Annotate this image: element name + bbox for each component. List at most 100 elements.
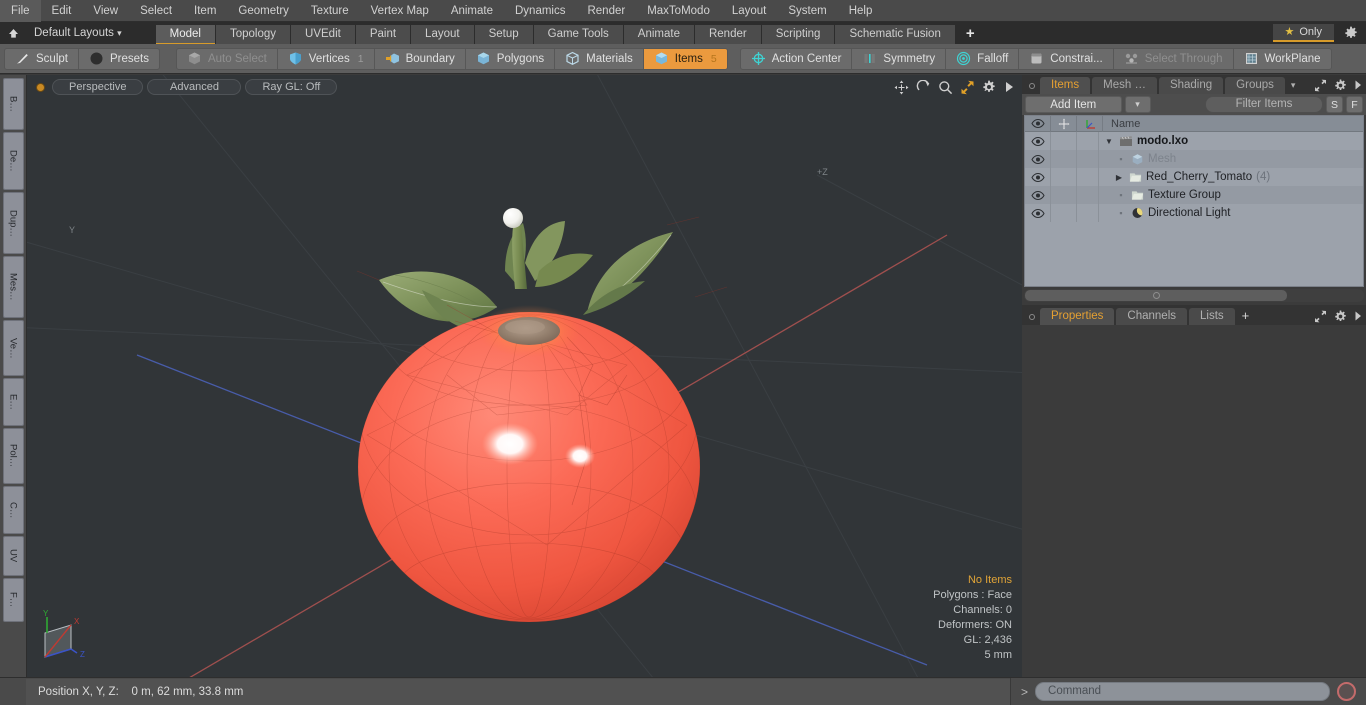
layout-tab-uvedit[interactable]: UVEdit xyxy=(291,25,356,44)
filter-f-button[interactable]: F xyxy=(1346,96,1363,113)
panel-arrow-icon[interactable] xyxy=(1354,310,1362,323)
table-row[interactable]: ▶ Red_Cherry_Tomato (4) xyxy=(1025,168,1363,186)
constraint-button[interactable]: Constrai... xyxy=(1019,48,1114,69)
menu-item-help[interactable]: Help xyxy=(838,0,884,22)
menu-item-dynamics[interactable]: Dynamics xyxy=(504,0,576,22)
home-up-icon[interactable] xyxy=(0,23,26,43)
tab-groups[interactable]: Groups xyxy=(1225,77,1285,94)
eye-icon[interactable] xyxy=(1025,116,1051,132)
table-row[interactable]: ▪ Texture Group xyxy=(1025,186,1363,204)
record-circle-icon[interactable] xyxy=(1337,682,1356,701)
pan-icon[interactable] xyxy=(894,80,909,95)
table-row[interactable]: ▼ modo.lxo xyxy=(1025,132,1363,150)
row-visibility-toggle[interactable] xyxy=(1025,204,1051,222)
row-lock-cell[interactable] xyxy=(1051,150,1077,168)
popout-icon[interactable] xyxy=(1314,310,1327,323)
left-tab-uv[interactable]: UV xyxy=(2,536,24,576)
panel-gear-icon[interactable] xyxy=(1334,79,1347,92)
symmetry-button[interactable]: Symmetry xyxy=(852,48,947,69)
menu-item-animate[interactable]: Animate xyxy=(440,0,504,22)
materials-button[interactable]: Materials xyxy=(555,48,644,69)
move-cross-icon[interactable] xyxy=(1051,116,1077,132)
falloff-button[interactable]: Falloff xyxy=(946,48,1020,69)
auto-select-button[interactable]: Auto Select xyxy=(177,48,278,69)
row-mesh[interactable]: ▪ Mesh xyxy=(1099,153,1176,166)
table-row[interactable]: ▪ Directional Light xyxy=(1025,204,1363,222)
add-layout-tab-button[interactable]: + xyxy=(955,25,985,44)
chevron-right-icon[interactable]: ▶ xyxy=(1113,173,1125,182)
axis-icon[interactable] xyxy=(1077,116,1103,132)
row-visibility-toggle[interactable] xyxy=(1025,132,1051,150)
viewport-state-dot[interactable] xyxy=(37,83,44,91)
sculpt-button[interactable]: Sculpt xyxy=(5,48,79,69)
fit-expand-icon[interactable] xyxy=(960,80,975,95)
3d-viewport[interactable]: +Z Y Perspective Advanced Ray GL: Off No… xyxy=(27,75,1022,677)
panel-gear-icon[interactable] xyxy=(1334,310,1347,323)
filter-s-button[interactable]: S xyxy=(1326,96,1343,113)
presets-button[interactable]: Presets xyxy=(79,49,159,69)
tab-properties[interactable]: Properties xyxy=(1040,308,1115,325)
row-lock-cell[interactable] xyxy=(1051,132,1077,150)
menu-item-vertex-map[interactable]: Vertex Map xyxy=(360,0,440,22)
menu-item-geometry[interactable]: Geometry xyxy=(227,0,300,22)
viewport-arrow-icon[interactable] xyxy=(1004,80,1014,95)
row-scene[interactable]: ▼ modo.lxo xyxy=(1099,135,1188,147)
vertices-button[interactable]: Vertices 1 xyxy=(278,48,375,69)
left-tab-duplicate[interactable]: Dup… xyxy=(2,192,24,254)
add-item-dropdown[interactable]: ▾ xyxy=(1124,96,1151,113)
menu-item-layout[interactable]: Layout xyxy=(721,0,778,22)
layout-tab-animate[interactable]: Animate xyxy=(623,25,695,44)
gear-icon[interactable] xyxy=(1342,25,1360,41)
layout-tab-topology[interactable]: Topology xyxy=(215,25,292,44)
menu-item-edit[interactable]: Edit xyxy=(41,0,83,22)
select-through-button[interactable]: Select Through xyxy=(1114,48,1234,69)
items-button[interactable]: Items 5 xyxy=(643,48,727,69)
row-directional-light[interactable]: ▪ Directional Light xyxy=(1099,207,1230,219)
layout-tab-paint[interactable]: Paint xyxy=(355,25,412,44)
layout-tab-scripting[interactable]: Scripting xyxy=(761,25,836,44)
menu-item-select[interactable]: Select xyxy=(129,0,183,22)
table-row[interactable]: ▪ Mesh xyxy=(1025,150,1363,168)
tab-shading[interactable]: Shading xyxy=(1158,77,1224,94)
row-axis-cell[interactable] xyxy=(1077,186,1099,204)
tab-lists[interactable]: Lists xyxy=(1189,308,1235,325)
panel-tabs-overflow-caret[interactable]: ▾ xyxy=(1287,80,1303,94)
rotate-icon[interactable] xyxy=(916,79,931,95)
layout-tab-layout[interactable]: Layout xyxy=(411,25,475,44)
item-list-hscrollbar-thumb[interactable] xyxy=(1025,290,1287,301)
layout-tab-render[interactable]: Render xyxy=(694,25,762,44)
left-tab-vertex[interactable]: Ve… xyxy=(2,320,24,376)
left-tab-mesh-edit[interactable]: Mes… xyxy=(2,256,24,318)
menu-item-system[interactable]: System xyxy=(777,0,837,22)
chevron-down-icon[interactable]: ▼ xyxy=(1103,137,1115,146)
filter-items-input[interactable]: Filter Items xyxy=(1205,96,1323,113)
left-tab-edge[interactable]: E… xyxy=(2,378,24,426)
left-tab-polygon[interactable]: Pol… xyxy=(2,428,24,484)
tab-mesh[interactable]: Mesh … xyxy=(1092,77,1157,94)
popout-icon[interactable] xyxy=(1314,79,1327,92)
viewport-raygl-selector[interactable]: Ray GL: Off xyxy=(245,79,338,95)
zoom-magnifier-icon[interactable] xyxy=(938,80,953,95)
workplane-button[interactable]: WorkPlane xyxy=(1234,49,1331,69)
item-list-hscrollbar[interactable] xyxy=(1024,289,1364,302)
layout-tab-setup[interactable]: Setup xyxy=(474,25,534,44)
tab-channels[interactable]: Channels xyxy=(1116,308,1188,325)
viewport-projection-selector[interactable]: Perspective xyxy=(52,79,144,95)
command-input[interactable]: Command xyxy=(1035,682,1330,701)
polygons-button[interactable]: Polygons xyxy=(466,48,556,69)
left-tab-curve[interactable]: C… xyxy=(2,486,24,534)
only-toggle-button[interactable]: ★ Only xyxy=(1272,24,1334,42)
left-tab-basic[interactable]: B… xyxy=(2,78,24,130)
action-center-button[interactable]: Action Center xyxy=(741,48,853,69)
menu-item-render[interactable]: Render xyxy=(576,0,636,22)
menu-item-view[interactable]: View xyxy=(82,0,129,22)
viewport-shading-selector[interactable]: Advanced xyxy=(147,79,242,95)
layout-tab-game-tools[interactable]: Game Tools xyxy=(533,25,624,44)
row-red-cherry-tomato[interactable]: ▶ Red_Cherry_Tomato (4) xyxy=(1099,171,1270,183)
row-visibility-toggle[interactable] xyxy=(1025,186,1051,204)
item-list-tree[interactable]: Name ▼ modo.lxo ▪ Mesh ▶ Red_Cherry_Toma… xyxy=(1024,115,1364,287)
panel-menu-dot[interactable] xyxy=(1029,83,1035,89)
left-tab-deform[interactable]: De… xyxy=(2,132,24,190)
tab-items[interactable]: Items xyxy=(1040,77,1091,94)
properties-menu-dot[interactable] xyxy=(1029,314,1035,320)
